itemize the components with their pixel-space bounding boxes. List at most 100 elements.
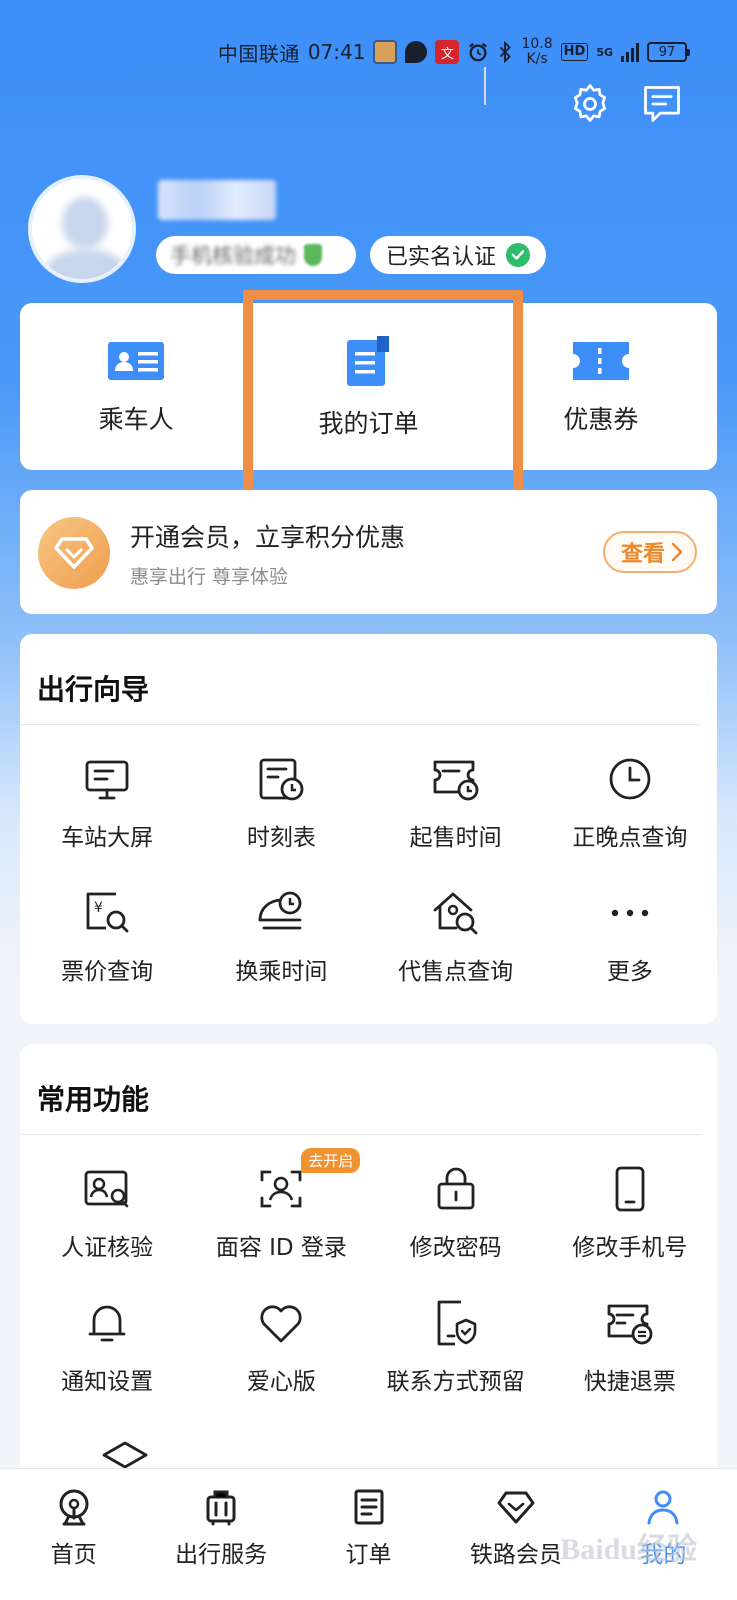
message-button[interactable] xyxy=(638,80,686,128)
coupon-icon xyxy=(572,341,629,380)
real-name-badge[interactable]: 已实名认证 xyxy=(370,236,547,274)
chat-bubble-icon xyxy=(405,41,428,63)
battery-level: 97 xyxy=(658,44,676,60)
heart-icon xyxy=(260,1305,302,1343)
bluetooth-icon xyxy=(497,40,513,64)
nav-orders[interactable]: 订单 xyxy=(295,1469,442,1600)
guide-item-label: 更多 xyxy=(606,959,653,985)
guide-item-label: 正晚点查询 xyxy=(572,825,688,851)
order-doc-icon xyxy=(347,335,390,386)
member-title: 开通会员，立享积分优惠 xyxy=(130,523,406,552)
hd-badge: HD xyxy=(560,43,589,61)
agency-search-icon xyxy=(433,892,478,935)
speed-value: 10.8 xyxy=(521,36,553,52)
section-title: 出行向导 xyxy=(37,673,150,706)
nav-label: 出行服务 xyxy=(175,1542,268,1568)
func-item-label: 面容 ID 登录 xyxy=(215,1235,347,1261)
func-item-id-verify[interactable]: 人证核验 xyxy=(20,1164,194,1262)
train-home-icon xyxy=(59,1489,89,1526)
enable-badge[interactable]: 去开启 xyxy=(301,1148,361,1173)
nav-railway-member[interactable]: 铁路会员 xyxy=(442,1469,589,1600)
check-icon xyxy=(506,243,531,267)
status-bar: 中国联通 07:41 文 10.8 K/s HD 5G 97 xyxy=(217,32,690,72)
quick-item-label: 乘车人 xyxy=(98,404,174,434)
func-item-notification[interactable]: 通知设置 xyxy=(20,1298,194,1396)
bottom-nav: 首页 出行服务 订单 铁路会员 我的 xyxy=(0,1468,737,1600)
func-item-care-mode[interactable]: 爱心版 xyxy=(194,1298,368,1396)
passenger-card-icon xyxy=(108,341,165,380)
alarm-icon xyxy=(467,40,489,64)
user-name[interactable] xyxy=(158,180,276,220)
settings-button[interactable] xyxy=(566,80,614,128)
guide-item-label: 票价查询 xyxy=(61,959,154,985)
price-search-icon: ¥ xyxy=(86,892,129,933)
speed-unit: K/s xyxy=(526,51,548,67)
guide-item-station-screen[interactable]: 车站大屏 xyxy=(20,754,194,852)
partial-layers-icon[interactable] xyxy=(100,1439,150,1469)
app-logo-icon: 文 xyxy=(435,40,460,64)
diamond-icon xyxy=(38,517,110,589)
network-speed: 10.8 K/s xyxy=(521,37,552,67)
message-icon xyxy=(644,86,680,122)
clock-icon xyxy=(609,758,651,800)
transfer-time-icon xyxy=(258,891,302,930)
guide-item-sale-time[interactable]: 起售时间 xyxy=(369,754,543,852)
nav-mine[interactable]: 我的 xyxy=(590,1469,737,1600)
quick-refund-icon xyxy=(607,1304,653,1345)
quick-item-coupons[interactable]: 优惠券 xyxy=(485,303,717,470)
guide-item-delay-check[interactable]: 正晚点查询 xyxy=(543,754,717,852)
func-item-quick-refund[interactable]: 快捷退票 xyxy=(543,1298,717,1396)
guide-item-fare-check[interactable]: ¥ 票价查询 xyxy=(20,888,194,986)
nav-label: 铁路会员 xyxy=(469,1542,562,1568)
clock-time: 07:41 xyxy=(307,40,366,64)
guide-item-label: 起售时间 xyxy=(409,825,502,851)
quick-item-passenger[interactable]: 乘车人 xyxy=(20,303,252,470)
carrier-label: 中国联通 xyxy=(217,41,300,66)
signal-icon xyxy=(621,42,639,62)
member-banner[interactable]: 开通会员，立享积分优惠 惠享出行 尊享体验 查看 xyxy=(20,490,717,614)
func-item-label: 联系方式预留 xyxy=(386,1369,525,1395)
view-button-label: 查看 xyxy=(620,542,665,567)
guide-item-label: 时刻表 xyxy=(246,825,316,851)
guide-item-label: 换乘时间 xyxy=(235,959,328,985)
common-functions-grid: 人证核验 去开启 面容 ID 登录 修改密码 修改手机号 通知设置 爱心版 联系… xyxy=(20,1148,717,1396)
real-name-label: 已实名认证 xyxy=(386,245,497,270)
nav-travel-service[interactable]: 出行服务 xyxy=(147,1469,294,1600)
luggage-icon xyxy=(206,1490,236,1526)
bell-icon xyxy=(88,1305,126,1342)
avatar-head xyxy=(62,197,108,249)
guide-item-timetable[interactable]: 时刻表 xyxy=(194,754,368,852)
func-item-label: 人证核验 xyxy=(61,1235,154,1261)
func-item-label: 通知设置 xyxy=(61,1369,154,1395)
func-item-contact-reserve[interactable]: 联系方式预留 xyxy=(369,1298,543,1396)
more-icon xyxy=(611,909,649,917)
quick-item-my-orders[interactable]: 我的订单 xyxy=(252,303,484,470)
guide-item-transfer-time[interactable]: 换乘时间 xyxy=(194,888,368,986)
quick-item-label: 优惠券 xyxy=(563,404,639,434)
travel-guide-card: 出行向导 车站大屏 时刻表 起售时间 正晚点查询 ¥ 票价查询 换乘时间 代售点… xyxy=(20,634,717,1024)
func-item-change-password[interactable]: 修改密码 xyxy=(369,1164,543,1262)
func-item-face-id[interactable]: 去开启 面容 ID 登录 xyxy=(194,1148,368,1262)
func-item-label: 修改手机号 xyxy=(572,1235,688,1261)
nav-label: 订单 xyxy=(345,1542,392,1568)
app-notification-icon xyxy=(373,40,398,64)
view-member-button[interactable]: 查看 xyxy=(602,531,697,573)
avatar[interactable] xyxy=(28,175,136,283)
travel-guide-grid: 车站大屏 时刻表 起售时间 正晚点查询 ¥ 票价查询 换乘时间 代售点查询 更多 xyxy=(20,754,717,986)
divider xyxy=(20,724,701,725)
network-gen: 5G xyxy=(596,45,613,59)
lock-icon xyxy=(437,1167,475,1210)
face-id-icon xyxy=(260,1170,302,1208)
section-title: 常用功能 xyxy=(37,1083,150,1116)
gear-icon xyxy=(573,84,607,122)
nav-home[interactable]: 首页 xyxy=(0,1469,147,1600)
battery-icon: 97 xyxy=(647,42,690,62)
guide-item-agency-search[interactable]: 代售点查询 xyxy=(369,888,543,986)
quick-actions-card: 乘车人 我的订单 优惠券 xyxy=(20,303,717,470)
quick-item-label: 我的订单 xyxy=(318,408,419,438)
guide-item-more[interactable]: 更多 xyxy=(543,888,717,986)
phone-verify-badge[interactable]: 手机核验成功 xyxy=(156,236,356,274)
func-item-label: 修改密码 xyxy=(409,1235,502,1261)
func-item-change-phone[interactable]: 修改手机号 xyxy=(543,1164,717,1262)
member-subtitle: 惠享出行 尊享体验 xyxy=(130,566,289,588)
